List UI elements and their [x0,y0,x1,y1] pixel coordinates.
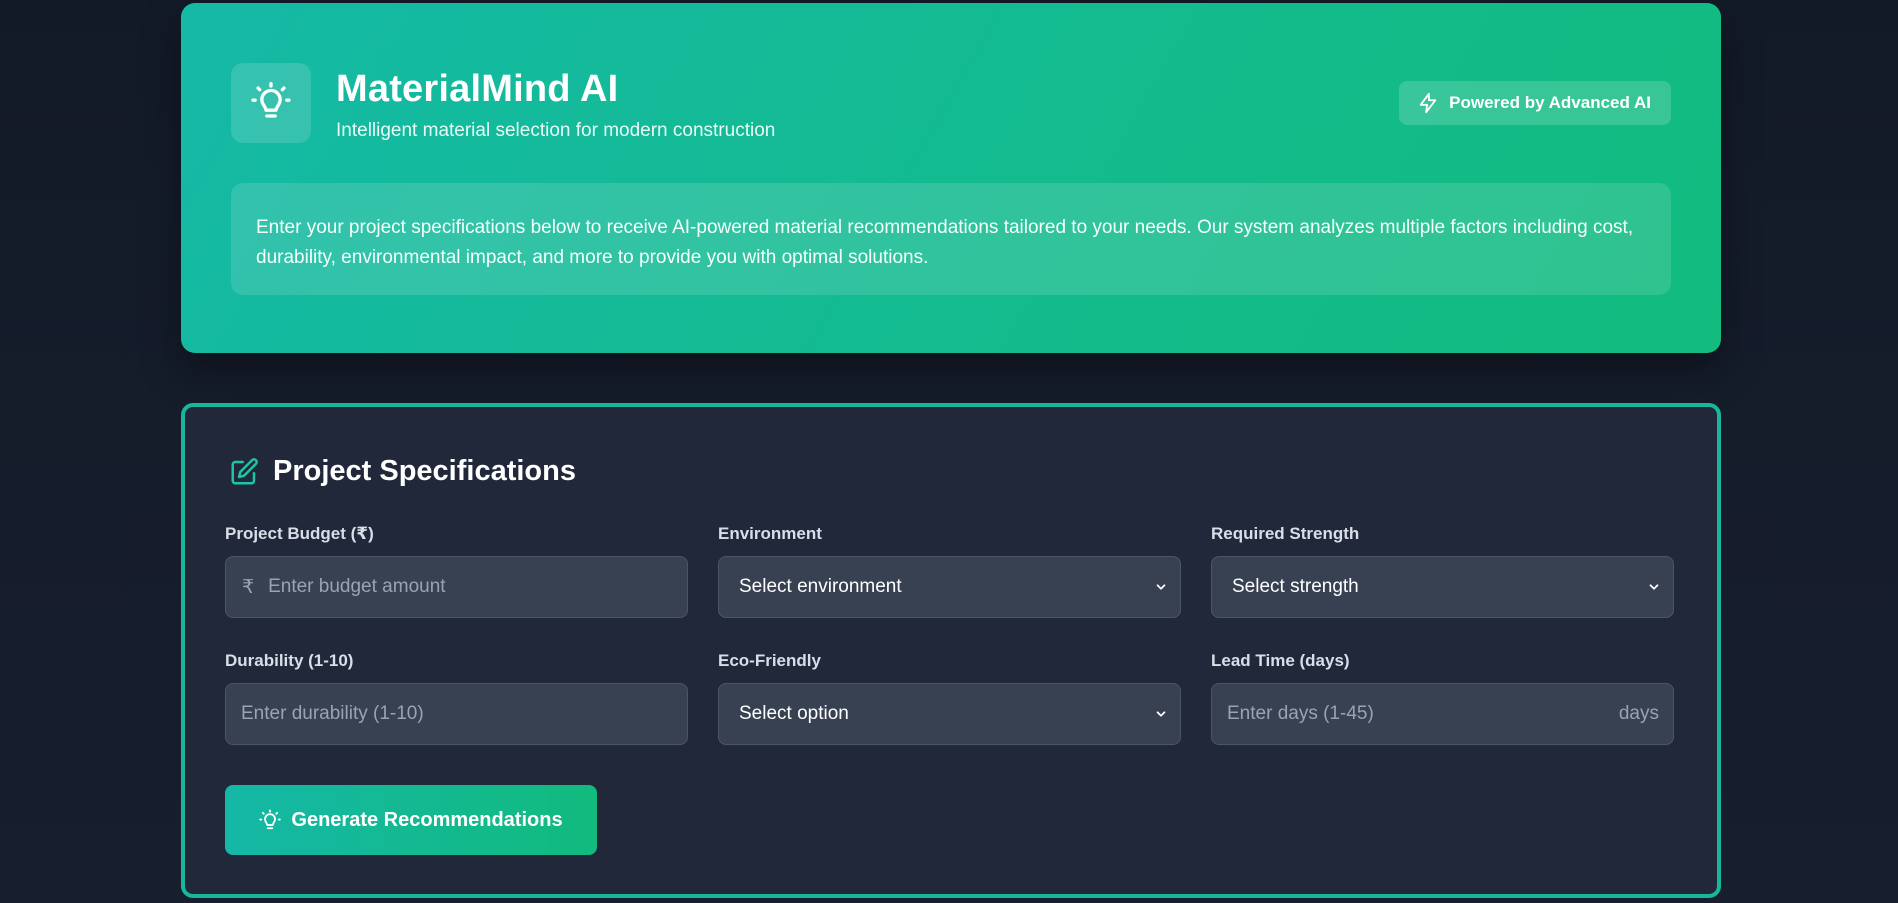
environment-select[interactable]: Select environment [718,556,1181,618]
budget-input-wrapper: ₹ [225,556,688,618]
strength-select[interactable]: Select strength [1211,556,1674,618]
strength-label: Required Strength [1211,524,1360,543]
specs-heading: Project Specifications [229,455,576,488]
durability-input-wrapper [225,683,688,745]
generate-recommendations-button[interactable]: Generate Recommendations [225,785,597,855]
eco-friendly-selected-value: Select option [739,703,849,724]
chevron-down-icon [1154,707,1168,721]
chevron-down-icon [1647,580,1661,594]
lightning-icon [1417,92,1439,114]
eco-friendly-label: Eco-Friendly [718,651,821,670]
environment-field: Environment Select environment [718,524,1181,618]
eco-friendly-select[interactable]: Select option [718,683,1181,745]
days-suffix: days [1618,703,1659,724]
durability-field: Durability (1-10) [225,651,688,745]
durability-input[interactable] [226,684,687,744]
environment-label: Environment [718,524,822,543]
powered-by-label: Powered by Advanced AI [1449,93,1651,112]
lead-time-field: Lead Time (days) days [1211,651,1674,745]
app-subtitle: Intelligent material selection for moder… [336,120,776,141]
budget-label: Project Budget (₹) [225,524,374,543]
strength-selected-value: Select strength [1232,576,1359,597]
budget-input[interactable] [258,557,687,617]
lead-time-input[interactable] [1212,684,1619,744]
specs-title: Project Specifications [273,455,576,487]
eco-friendly-field: Eco-Friendly Select option [718,651,1181,745]
budget-field: Project Budget (₹) ₹ [225,524,688,618]
app-logo [231,63,311,143]
hero-header: MaterialMind AI Intelligent material sel… [181,3,1721,353]
intro-description: Enter your project specifications below … [231,183,1671,295]
project-specifications-form: Project Specifications Project Budget (₹… [181,403,1721,898]
environment-selected-value: Select environment [739,576,902,597]
chevron-down-icon [1154,580,1168,594]
app-title: MaterialMind AI [336,68,619,110]
edit-icon [229,457,259,487]
generate-recommendations-label: Generate Recommendations [291,808,563,831]
lead-time-label: Lead Time (days) [1211,651,1350,670]
strength-field: Required Strength Select strength [1211,524,1674,618]
lead-time-input-wrapper: days [1211,683,1674,745]
rupee-prefix: ₹ [242,576,255,598]
lightbulb-icon [251,81,291,126]
powered-by-badge: Powered by Advanced AI [1399,81,1671,125]
intro-text: Enter your project specifications below … [256,217,1634,268]
page: MaterialMind AI Intelligent material sel… [0,0,1898,903]
durability-label: Durability (1-10) [225,651,354,670]
lightbulb-icon [259,809,282,831]
